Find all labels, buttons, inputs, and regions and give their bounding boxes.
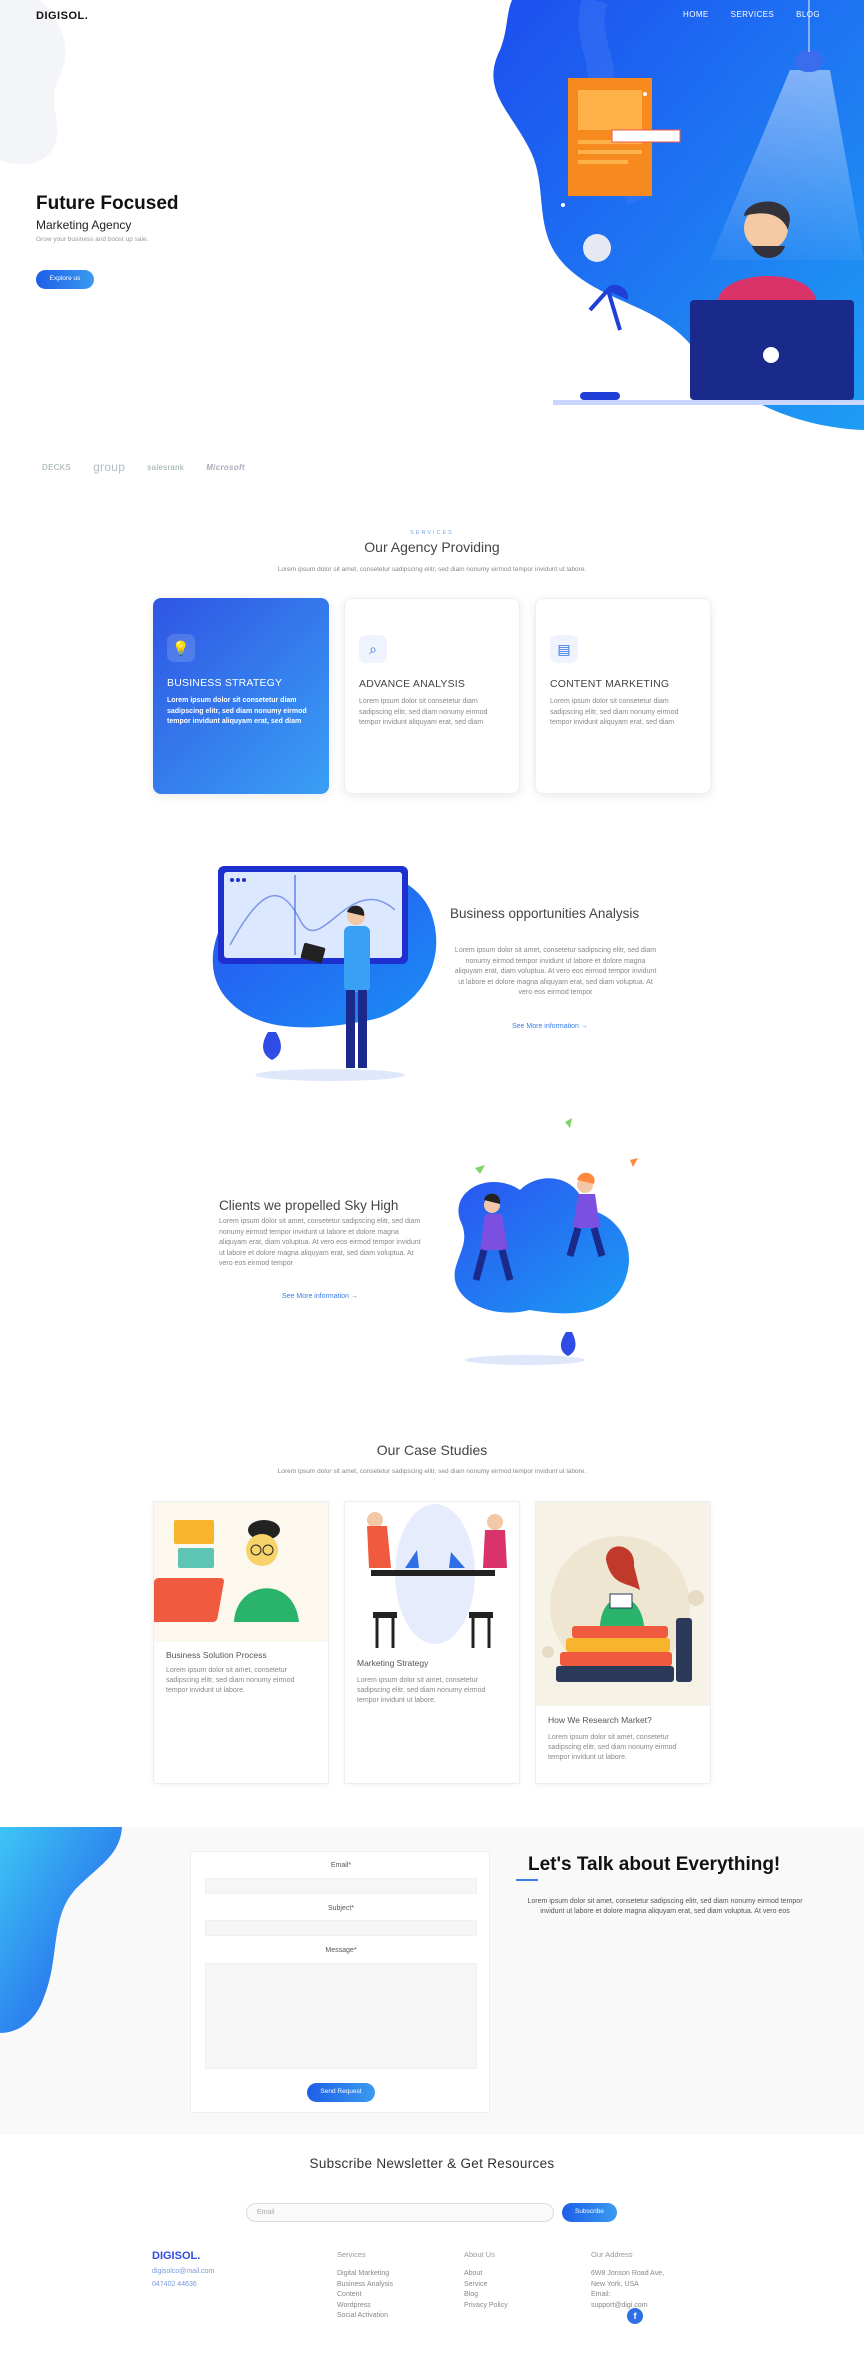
message-field[interactable] xyxy=(205,1963,477,2069)
case-image xyxy=(154,1502,328,1642)
brand-logo: salesrank xyxy=(147,462,185,472)
case-card-solution[interactable]: Business Solution Process Lorem ipsum do… xyxy=(153,1501,329,1784)
case-card-research[interactable]: How We Research Market? Lorem ipsum dolo… xyxy=(535,1501,711,1784)
service-card-desc: Lorem ipsum dolor sit consetetur diam sa… xyxy=(167,697,307,725)
footer-about: About Us About Service Blog Privacy Poli… xyxy=(464,2250,508,2311)
nav-services[interactable]: SERVICES xyxy=(731,10,775,19)
footer-services-heading: Services xyxy=(337,2250,366,2259)
facebook-icon[interactable]: f xyxy=(627,2308,643,2324)
services-title: Our Agency Providing xyxy=(364,539,500,555)
feature2-link[interactable]: See More information → xyxy=(282,1293,358,1300)
contact-left-blob xyxy=(0,1827,122,2033)
footer-link[interactable]: Social Activation xyxy=(337,2311,393,2322)
document-icon: ▤ xyxy=(550,635,578,663)
address-line: New York, USA xyxy=(591,2280,639,2288)
subject-label: Subject* xyxy=(327,1905,355,1912)
footer-link[interactable]: Business Analysis xyxy=(337,2280,393,2291)
service-card-content[interactable]: ▤ CONTENT MARKETING Lorem ipsum dolor si… xyxy=(535,598,711,794)
hero-illustration xyxy=(493,0,864,430)
service-card-analysis[interactable]: ⌕ ADVANCE ANALYSIS Lorem ipsum dolor sit… xyxy=(344,598,520,794)
case-body: Lorem ipsum dolor sit amet, consetetur s… xyxy=(548,1734,677,1761)
cases-lead: Lorem ipsum dolor sit amet, consetetur s… xyxy=(277,1468,587,1475)
hero-title: Future Focused xyxy=(36,193,179,214)
magnifier-chart-icon: ⌕ xyxy=(359,635,387,663)
footer-link[interactable]: Service xyxy=(464,2280,508,2291)
email-label: Email* xyxy=(330,1862,352,1869)
footer-link[interactable]: Wordpress xyxy=(337,2301,393,2312)
arrow-right-icon: → xyxy=(350,1293,358,1300)
case-body: Lorem ipsum dolor sit amet, consetetur s… xyxy=(166,1667,295,1694)
cases-title: Our Case Studies xyxy=(376,1442,488,1458)
title-underline xyxy=(516,1879,538,1881)
case-card-marketing[interactable]: Marketing Strategy Lorem ipsum dolor sit… xyxy=(344,1501,520,1784)
case-image xyxy=(345,1502,519,1650)
newsletter-email-input[interactable]: Email xyxy=(246,2203,554,2222)
case-body: Lorem ipsum dolor sit amet, consetetur s… xyxy=(357,1677,486,1704)
message-label: Message* xyxy=(325,1947,357,1954)
service-card-desc: Lorem ipsum dolor sit consetetur diam sa… xyxy=(550,698,679,726)
hero-subtitle: Marketing Agency xyxy=(36,218,132,232)
clients-illustration xyxy=(454,1118,638,1365)
brand-logo: group xyxy=(93,460,126,474)
feature2-title: Clients we propelled Sky High xyxy=(219,1198,399,1213)
contact-form: Email* Subject* Message* Send Request xyxy=(190,1851,490,2113)
brand-logo: Microsoft xyxy=(206,462,245,472)
case-title: Business Solution Process xyxy=(166,1650,267,1660)
analysis-illustration xyxy=(212,866,437,1081)
service-card-title: CONTENT MARKETING xyxy=(550,678,670,690)
service-card-title: ADVANCE ANALYSIS xyxy=(359,678,466,690)
footer-link[interactable]: About xyxy=(464,2269,508,2280)
service-card-title: BUSINESS STRATEGY xyxy=(167,677,283,689)
services-eyebrow: SERVICES xyxy=(410,530,454,536)
contact-body: Lorem ipsum dolor sit amet, consetetur s… xyxy=(527,1898,803,1915)
address-line: Email: xyxy=(591,2291,611,2298)
footer-email[interactable]: digisolco@mail.com xyxy=(152,2266,242,2278)
footer-phone[interactable]: 047402 44636 xyxy=(152,2279,242,2291)
newsletter-title: Subscribe Newsletter & Get Resources xyxy=(309,2156,555,2171)
nav-home[interactable]: HOME xyxy=(683,10,709,19)
hero-left-blob xyxy=(0,0,66,165)
footer-logo[interactable]: DIGISOL. xyxy=(152,2250,200,2262)
footer-address: Our Address 6W8 Jonson Road Ave, New Yor… xyxy=(591,2250,664,2311)
brand-logo: DECKS xyxy=(42,462,72,472)
email-field[interactable] xyxy=(205,1878,477,1894)
case-title: How We Research Market? xyxy=(548,1715,652,1725)
footer-link[interactable]: Content xyxy=(337,2290,393,2301)
footer-about-heading: About Us xyxy=(464,2250,495,2259)
footer-link[interactable]: Digital Marketing xyxy=(337,2269,393,2280)
arrow-right-icon: → xyxy=(580,1023,588,1030)
subject-field[interactable] xyxy=(205,1920,477,1936)
feature1-body: Lorem ipsum dolor sit amet, consetetur s… xyxy=(454,947,657,996)
footer-services: Services Digital Marketing Business Anal… xyxy=(337,2250,393,2322)
feature2-body: Lorem ipsum dolor sit amet, consetetur s… xyxy=(219,1218,421,1267)
footer-link[interactable]: Privacy Policy xyxy=(464,2301,508,2312)
main-nav: HOME SERVICES BLOG xyxy=(683,10,820,19)
service-card-desc: Lorem ipsum dolor sit consetetur diam sa… xyxy=(359,698,488,726)
case-title: Marketing Strategy xyxy=(357,1658,429,1668)
feature1-title: Business opportunities Analysis xyxy=(450,906,640,921)
nav-blog[interactable]: BLOG xyxy=(796,10,820,19)
footer-link[interactable]: Blog xyxy=(464,2290,508,2301)
address-line: 6W8 Jonson Road Ave, xyxy=(591,2270,665,2277)
address-line[interactable]: support@digi.com xyxy=(591,2301,664,2312)
subscribe-button[interactable]: Subscribe xyxy=(562,2203,617,2222)
brand-logos: DECKS group salesrank Microsoft xyxy=(42,460,245,474)
contact-title: Let's Talk about Everything! xyxy=(528,1854,781,1875)
feature1-link[interactable]: See More information → xyxy=(512,1023,588,1030)
lightbulb-icon: 💡 xyxy=(167,634,195,662)
explore-button[interactable]: Explore us xyxy=(36,270,94,289)
case-image xyxy=(536,1502,710,1706)
site-logo[interactable]: DIGISOL. xyxy=(36,10,88,22)
send-request-button[interactable]: Send Request xyxy=(307,2083,375,2102)
footer-address-heading: Our Address xyxy=(591,2250,633,2259)
services-lead: Lorem ipsum dolor sit amet, consetetur s… xyxy=(277,566,587,573)
service-card-strategy[interactable]: 💡 BUSINESS STRATEGY Lorem ipsum dolor si… xyxy=(153,598,329,794)
hero-tagline: Grow your business and boost up sale. xyxy=(36,236,149,243)
